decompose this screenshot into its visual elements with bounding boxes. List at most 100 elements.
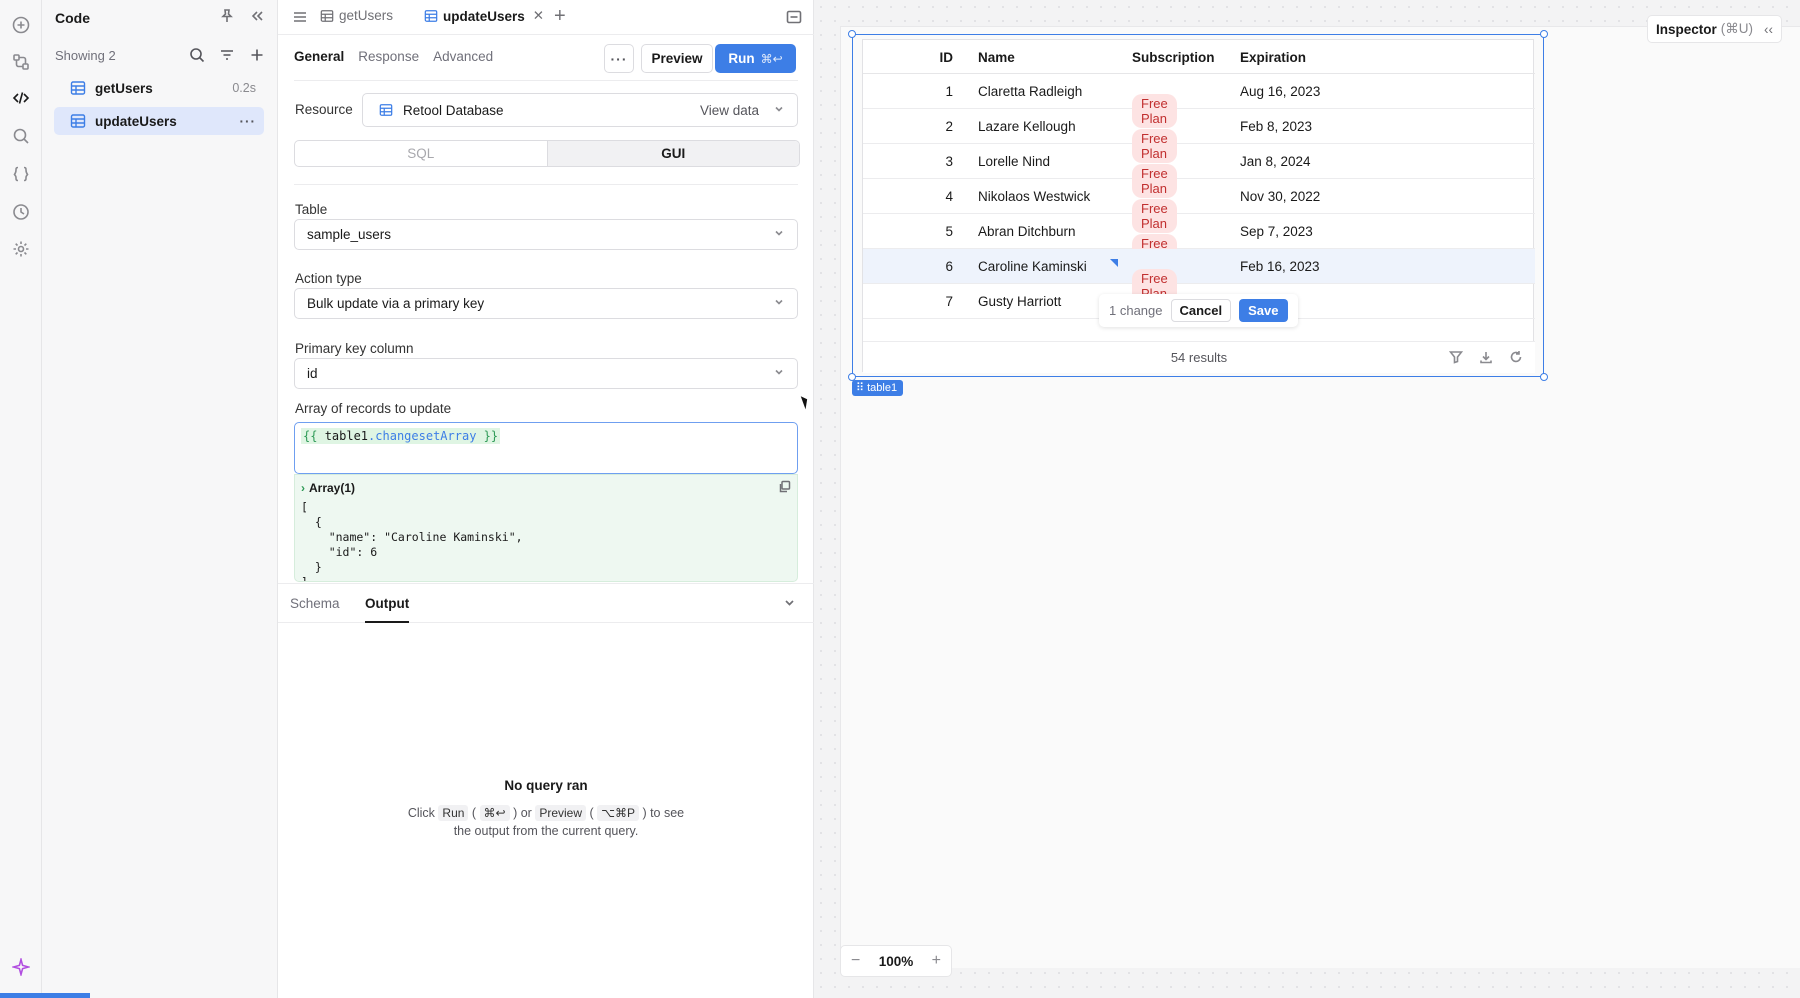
cell-id: 4: [945, 189, 953, 204]
filter-icon[interactable]: [1448, 350, 1464, 367]
cell-id: 5: [945, 224, 953, 239]
chevron-down-icon: [773, 296, 785, 311]
hint-preview-chip: Preview: [535, 805, 587, 821]
showing-count: Showing 2: [55, 48, 116, 63]
ai-assist-icon[interactable]: [9, 955, 33, 979]
table-row[interactable]: 5 Abran Ditchburn Free Plan Sep 7, 2023: [863, 214, 1535, 268]
resize-handle[interactable]: [1540, 373, 1548, 381]
table-row[interactable]: 4 Nikolaos Westwick Free Plan Nov 30, 20…: [863, 179, 1535, 233]
workflow-icon[interactable]: [9, 50, 33, 74]
preview-header[interactable]: › Array(1): [301, 481, 355, 495]
active-tab-underline: [365, 621, 409, 623]
results-count: 54 results: [1170, 350, 1228, 365]
run-shortcut: ⌘↩: [760, 51, 783, 66]
no-query-hint: Click Run ( ⌘↩ ) or Preview ( ⌥⌘P ) to s…: [407, 805, 685, 821]
query-item-getusers[interactable]: getUsers 0.2s: [54, 74, 264, 102]
cell-id: 2: [945, 119, 953, 134]
cell-name[interactable]: Lorelle Nind: [978, 154, 1050, 169]
copy-icon[interactable]: [778, 480, 791, 496]
zoom-in-button[interactable]: +: [932, 952, 941, 970]
download-icon[interactable]: [1479, 350, 1493, 367]
cell-name[interactable]: Gusty Harriott: [978, 294, 1061, 309]
cancel-button[interactable]: Cancel: [1170, 299, 1232, 322]
chevron-down-icon: [773, 227, 785, 242]
table-icon: [70, 81, 86, 95]
zoom-out-button[interactable]: −: [851, 952, 860, 970]
cell-expiration: Feb 8, 2023: [1240, 119, 1313, 134]
table-row[interactable]: 2 Lazare Kellough Free Plan Feb 8, 2023: [863, 109, 1535, 163]
column-header-name[interactable]: Name: [978, 50, 1015, 65]
action-type-select[interactable]: Bulk update via a primary key: [294, 288, 798, 319]
tab-output[interactable]: Output: [365, 596, 409, 611]
add-tab-icon[interactable]: +: [554, 5, 566, 28]
template-ident: table1: [324, 429, 369, 443]
chevron-down-icon[interactable]: [783, 596, 796, 612]
column-header-subscription[interactable]: Subscription: [1132, 50, 1215, 65]
refresh-icon[interactable]: [1509, 350, 1523, 367]
cell-name[interactable]: Lazare Kellough: [978, 119, 1076, 134]
toggle-panel-icon[interactable]: [786, 9, 802, 28]
add-icon[interactable]: [9, 13, 33, 37]
tab-getusers[interactable]: getUsers: [320, 8, 393, 23]
cell-name[interactable]: Caroline Kaminski: [978, 259, 1087, 274]
settings-icon[interactable]: [9, 237, 33, 261]
collapse-panel-icon[interactable]: [249, 8, 265, 27]
save-button[interactable]: Save: [1239, 299, 1288, 322]
loading-progress: [0, 993, 90, 998]
tab-general[interactable]: General: [294, 49, 344, 64]
query-name: getUsers: [95, 80, 153, 96]
more-options-icon[interactable]: ···: [240, 114, 257, 129]
table-row[interactable]: 3 Lorelle Nind Free Plan Jan 8, 2024: [863, 144, 1535, 198]
table-row[interactable]: 1 Claretta Radleigh Free Plan Aug 16, 20…: [863, 74, 1535, 128]
mouse-cursor: [800, 394, 811, 410]
cell-id: 6: [945, 259, 953, 274]
primary-key-select[interactable]: id: [294, 358, 798, 389]
resource-label: Resource: [295, 102, 353, 117]
tab-response[interactable]: Response: [358, 49, 419, 64]
filter-icon[interactable]: [219, 47, 235, 66]
mode-gui[interactable]: GUI: [546, 141, 799, 166]
tab-updateusers[interactable]: updateUsers ✕: [424, 8, 544, 24]
cell-name[interactable]: Claretta Radleigh: [978, 84, 1082, 99]
changes-toolbar: 1 change Cancel Save: [1099, 294, 1298, 327]
more-actions-button[interactable]: ···: [604, 44, 634, 73]
divider: [294, 80, 798, 81]
table-row-edited[interactable]: 6 Caroline Kaminski Free Plan Feb 16, 20…: [863, 249, 1535, 303]
resize-handle[interactable]: [848, 30, 856, 38]
code-icon[interactable]: [9, 86, 33, 110]
tab-schema[interactable]: Schema: [290, 596, 340, 611]
data-table: ID Name Subscription Expiration 1 Claret…: [862, 39, 1535, 373]
search-icon[interactable]: [9, 124, 33, 148]
pin-icon[interactable]: [219, 8, 235, 27]
column-header-id[interactable]: ID: [923, 50, 954, 65]
cell-name[interactable]: Abran Ditchburn: [978, 224, 1076, 239]
no-query-title: No query ran: [504, 778, 588, 793]
no-query-hint-line2: the output from the current query.: [453, 824, 639, 838]
query-item-updateusers[interactable]: updateUsers ···: [54, 107, 264, 135]
run-button[interactable]: Run ⌘↩: [715, 44, 796, 73]
preview-button[interactable]: Preview: [641, 44, 713, 73]
column-header-expiration[interactable]: Expiration: [1240, 50, 1306, 65]
database-icon: [379, 104, 393, 116]
cell-name[interactable]: Nikolaos Westwick: [978, 189, 1090, 204]
search-icon[interactable]: [189, 47, 205, 66]
view-data-link[interactable]: View data: [700, 103, 759, 118]
resize-handle[interactable]: [1540, 30, 1548, 38]
left-rail: [0, 0, 42, 998]
cell-id: 3: [945, 154, 953, 169]
tab-advanced[interactable]: Advanced: [433, 49, 493, 64]
template-expression: {{ table1.changesetArray }}: [301, 428, 501, 444]
close-tab-icon[interactable]: ✕: [533, 8, 544, 24]
component-name-tag[interactable]: ⠿ table1: [852, 380, 904, 396]
chevron-right-icon: ›: [301, 481, 305, 495]
records-code-input[interactable]: {{ table1.changesetArray }}: [294, 422, 798, 474]
inspector-toggle[interactable]: Inspector (⌘U) ‹‹: [1647, 15, 1782, 43]
table-select[interactable]: sample_users: [294, 219, 798, 250]
mode-sql[interactable]: SQL: [295, 141, 547, 166]
resource-select[interactable]: Retool Database View data: [362, 93, 798, 127]
history-icon[interactable]: [9, 200, 33, 224]
hint-preview-kbd: ⌥⌘P: [597, 805, 639, 821]
menu-icon[interactable]: [292, 9, 308, 28]
add-query-icon[interactable]: [249, 47, 265, 66]
state-icon[interactable]: [9, 162, 33, 186]
